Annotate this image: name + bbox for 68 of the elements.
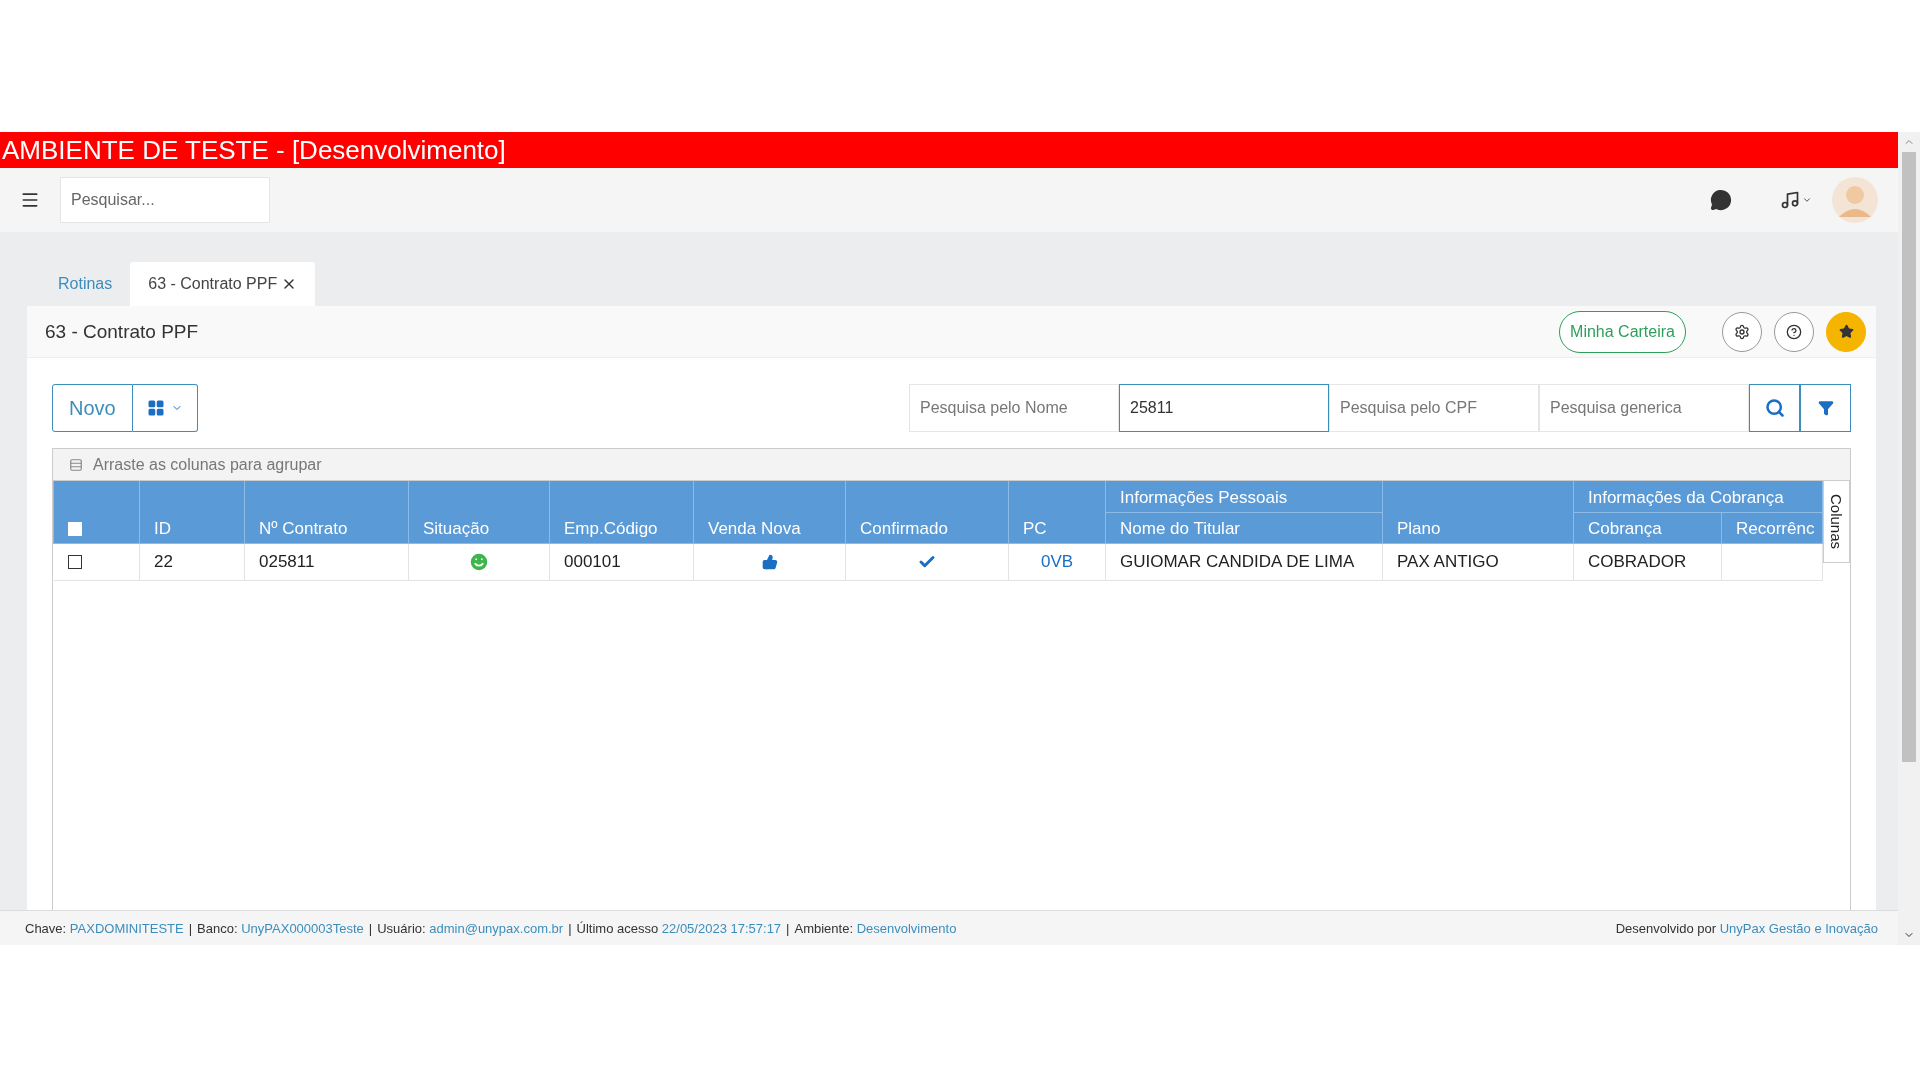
footer-label: Chave: [25, 920, 67, 936]
search-icon [1764, 398, 1785, 418]
menu-icon[interactable] [20, 190, 40, 210]
filter-field[interactable]: Pesquisa generica [1539, 384, 1749, 432]
footer-separator: | [568, 920, 572, 936]
footer-label: Banco: [197, 920, 238, 936]
table-cell: 025811 [244, 543, 409, 580]
column-header[interactable]: ID [139, 481, 245, 543]
table-cell: GUIOMAR CANDIDA DE LIMA [1105, 543, 1383, 580]
filter-field[interactable]: 25811 [1119, 384, 1329, 432]
column-header[interactable]: Recorrênc [1721, 512, 1823, 543]
footer-value: Desenvolvimento [856, 920, 957, 936]
footer-label: Usuário: [377, 920, 426, 936]
help-button[interactable] [1774, 311, 1814, 352]
page-title: 63 - Contrato PPF [45, 320, 200, 343]
help-icon [1786, 323, 1802, 340]
footer-value: PAXDOMINITESTE [69, 920, 184, 936]
column-header[interactable]: Confirmado [845, 481, 1009, 543]
chat-icon[interactable] [1710, 189, 1732, 211]
column-header[interactable]: PC [1008, 481, 1106, 543]
group-hint: Arraste as colunas para agrupar [93, 455, 322, 474]
footer-value: 22/05/2023 17:57:17 [661, 920, 782, 936]
view-dropdown-button[interactable] [132, 384, 198, 432]
grid-icon [146, 399, 165, 417]
column-header[interactable]: Emp.Código [549, 481, 694, 543]
column-group-header: Informações da Cobrança [1573, 481, 1823, 512]
credit-link[interactable]: UnyPax Gestão e Inovação [1719, 920, 1878, 936]
row-checkbox[interactable] [67, 555, 82, 569]
wallet-button[interactable]: Minha Carteira [1559, 310, 1686, 353]
filter-field[interactable]: Pesquisa pelo CPF [1329, 384, 1539, 432]
column-group-header: Informações Pessoais [1105, 481, 1383, 512]
column-header[interactable]: Nº Contrato [244, 481, 409, 543]
environment-banner: AMBIENTE DE TESTE - [Desenvolvimento] [0, 132, 1898, 168]
pc-link[interactable]: 0VB [1040, 551, 1074, 571]
filter-icon [1817, 400, 1834, 416]
column-header[interactable]: Cobrança [1573, 512, 1722, 543]
column-header[interactable]: Venda Nova [693, 481, 846, 543]
column-header[interactable]: Plano [1382, 481, 1574, 543]
scrollbar-thumb[interactable] [1902, 152, 1916, 762]
table-cell: 22 [139, 543, 245, 580]
footer-label: Ambiente: [794, 920, 854, 936]
search-field[interactable]: Pesquisar... [60, 177, 270, 223]
music-icon[interactable] [1780, 190, 1812, 210]
filter-field[interactable]: Pesquisa pelo Nome [909, 384, 1119, 432]
table-cell: COBRADOR [1573, 543, 1722, 580]
credit-label: Desenvolvido por [1615, 920, 1717, 936]
column-header[interactable]: Situação [408, 481, 550, 543]
columns-side-tab[interactable]: Colunas [1823, 481, 1850, 563]
group-icon [69, 457, 83, 472]
footer-value: UnyPAX000003Teste [241, 920, 364, 936]
footer-label: Último acesso [576, 920, 659, 936]
table-cell: 000101 [549, 543, 694, 580]
footer-separator: | [786, 920, 790, 936]
table-cell: PAX ANTIGO [1382, 543, 1574, 580]
footer-value: admin@unypax.com.br [429, 920, 564, 936]
footer-separator: | [188, 920, 193, 936]
star-icon [1838, 324, 1854, 339]
column-header[interactable]: Nome do Titular [1105, 512, 1383, 543]
settings-button[interactable] [1722, 311, 1762, 352]
gear-icon [1734, 323, 1750, 340]
search-button[interactable] [1749, 384, 1800, 432]
new-button[interactable]: Novo [52, 384, 133, 432]
favorite-button[interactable] [1826, 311, 1866, 352]
filter-button[interactable] [1800, 384, 1851, 432]
select-all-checkbox[interactable] [68, 522, 82, 536]
tab[interactable]: 63 - Contrato PPF [130, 262, 316, 306]
footer-separator: | [368, 920, 373, 936]
tab[interactable]: Rotinas [40, 262, 131, 306]
